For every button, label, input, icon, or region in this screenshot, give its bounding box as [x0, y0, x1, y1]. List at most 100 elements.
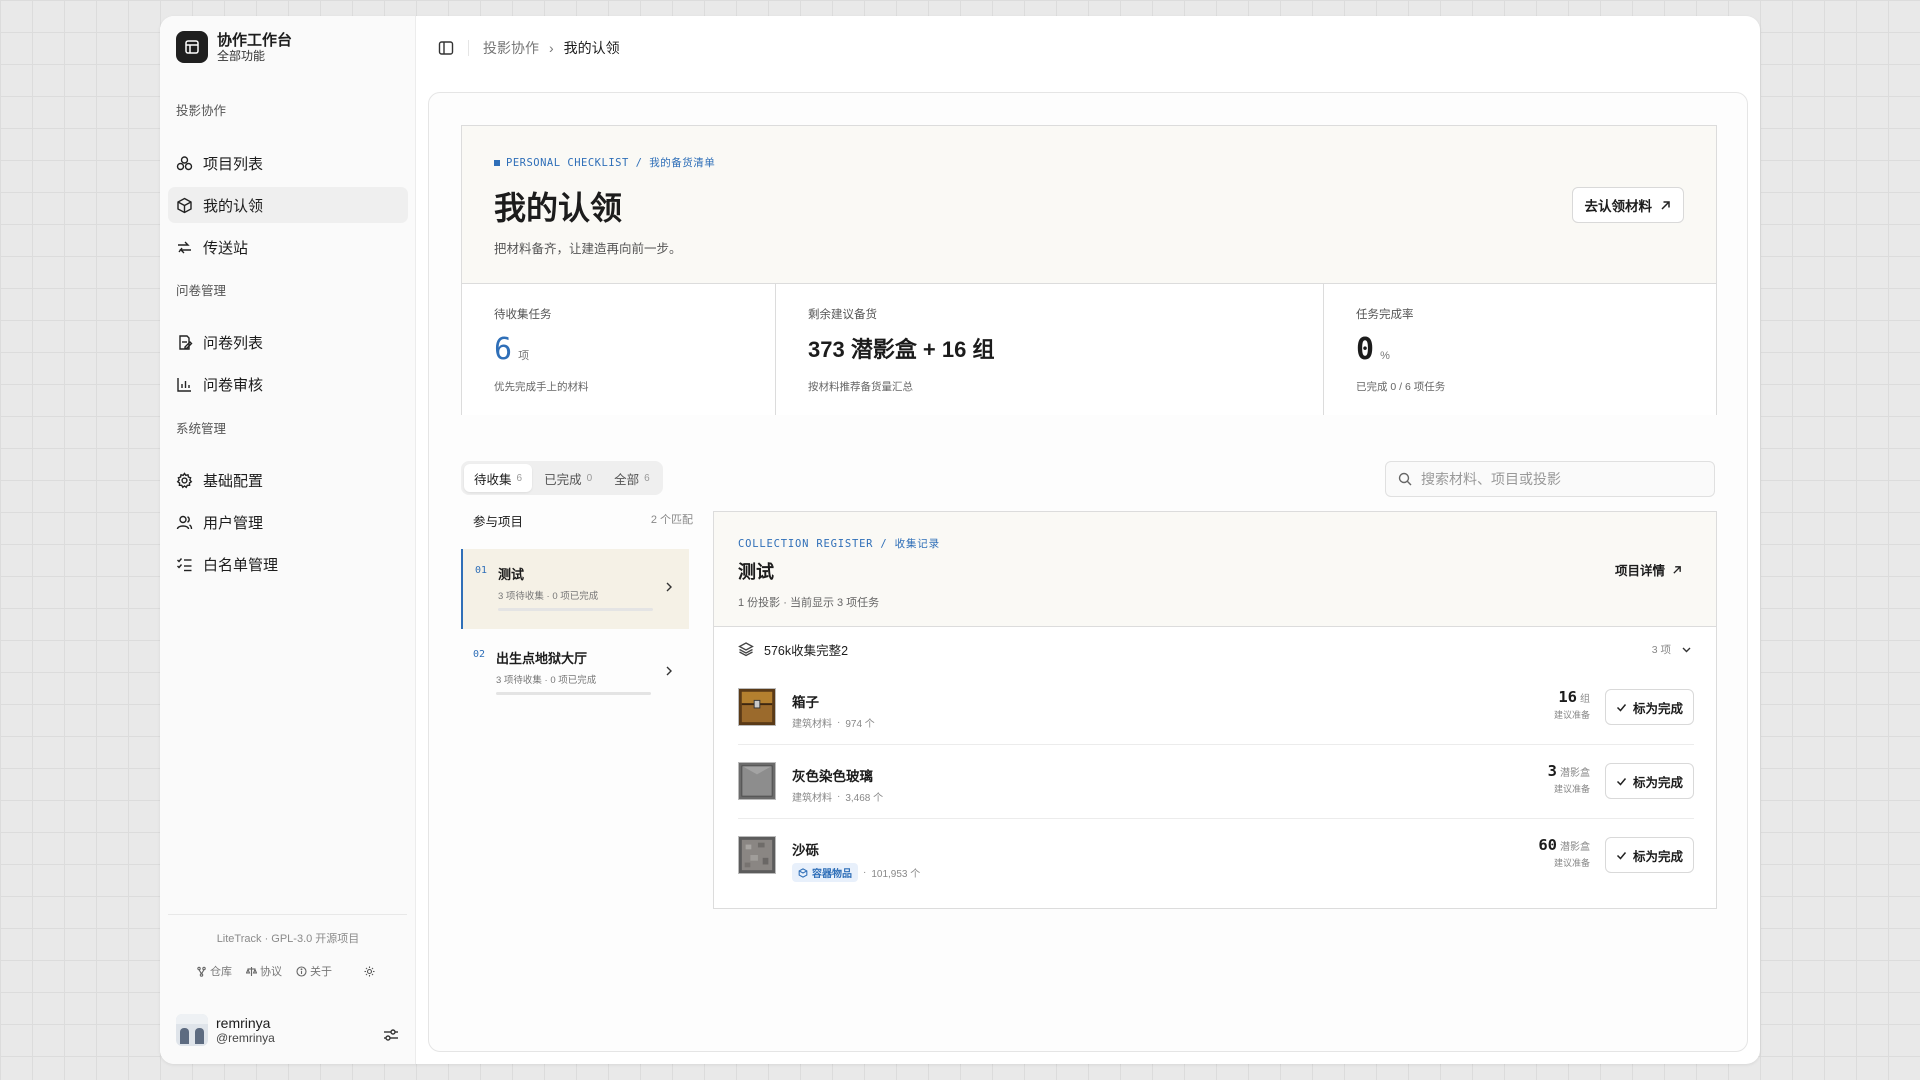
users-icon [176, 515, 193, 529]
stat-hint: 按材料推荐备货量汇总 [808, 381, 913, 393]
stat-value: 0 [1356, 332, 1375, 367]
collection-detail: COLLECTION REGISTER / 收集记录 测试 1 份投影 · 当前… [713, 511, 1717, 909]
footer-link-repo[interactable]: 仓库 [196, 963, 232, 979]
stat-hint: 优先完成手上的材料 [494, 381, 589, 393]
sidebar-item-label: 基础配置 [203, 472, 264, 490]
sidebar-item-basic-config[interactable]: 基础配置 [168, 462, 408, 498]
quantity-value: 3 [1547, 762, 1557, 780]
sidebar-toggle-icon[interactable] [438, 40, 454, 56]
sidebar-item-survey-review[interactable]: 问卷审核 [168, 366, 408, 402]
project-progress-bar [498, 608, 653, 611]
sidebar-item-my-claims[interactable]: 我的认领 [168, 187, 408, 223]
check-icon [1616, 777, 1627, 786]
page-subtitle: 把材料备齐，让建造再向前一步。 [494, 242, 682, 256]
package-icon [177, 197, 192, 213]
button-label: 去认领材料 [1584, 199, 1653, 214]
sidebar-item-label: 项目列表 [203, 155, 264, 173]
scale-icon [246, 966, 257, 976]
tab-count: 0 [586, 472, 593, 484]
gray-glass-icon [738, 762, 776, 800]
nav-group-label: 系统管理 [176, 422, 227, 436]
footer-link-license[interactable]: 协议 [246, 963, 282, 979]
main-content: 投影协作 › 我的认领 PERSONAL CHECKLIST / 我的备货清单 … [416, 16, 1760, 1064]
mark-complete-button[interactable]: 标为完成 [1604, 689, 1694, 725]
button-label: 标为完成 [1632, 849, 1683, 864]
separator: · [863, 867, 867, 878]
package-icon [798, 867, 808, 878]
filter-tabs: 待收集 6 已完成 0 全部 6 [461, 461, 663, 495]
stat-label: 待收集任务 [494, 309, 552, 321]
material-category: 容器物品 [812, 869, 852, 880]
footer-link-label: 协议 [260, 966, 282, 978]
quantity-hint: 建议准备 [1553, 784, 1590, 794]
quantity-value: 60 [1538, 836, 1557, 854]
project-item[interactable]: 01 测试 3 项待收集 · 0 项已完成 [461, 549, 689, 629]
stats-row: 待收集任务 6 项 优先完成手上的材料 剩余建议备货 373 潜影盒 + 16 … [462, 283, 1716, 415]
project-meta: 3 项待收集 · 0 项已完成 [498, 591, 599, 602]
material-quantity: 60 潜影盒 建议准备 [1538, 836, 1590, 869]
project-item[interactable]: 02 出生点地狱大厅 3 项待收集 · 0 项已完成 [461, 633, 689, 713]
material-row: 箱子 建筑材料 · 974 个 16 组 建议准备 标为完成 [738, 671, 1694, 744]
user-profile[interactable]: remrinya @remrinya [176, 1014, 275, 1046]
checklist-icon [177, 557, 192, 571]
stat-value: 6 [494, 332, 513, 367]
sliders-icon[interactable] [382, 1026, 400, 1044]
sidebar-item-projects[interactable]: 项目列表 [168, 145, 408, 181]
sidebar: 协作工作台 全部功能 投影协作 项目列表 我的认领 传送站 问卷管理 问卷列表 … [160, 16, 416, 1064]
stat-hint: 已完成 0 / 6 项任务 [1356, 381, 1446, 393]
brand[interactable]: 协作工作台 全部功能 [176, 31, 292, 63]
project-number: 02 [473, 649, 486, 660]
tab-pending[interactable]: 待收集 6 [464, 464, 533, 492]
button-label: 标为完成 [1632, 701, 1683, 716]
divider [168, 914, 407, 915]
sidebar-item-label: 问卷列表 [203, 334, 264, 352]
theme-toggle[interactable] [364, 966, 375, 977]
transfer-icon [178, 241, 191, 253]
breadcrumb-parent[interactable]: 投影协作 [483, 38, 539, 58]
topbar: 投影协作 › 我的认领 [416, 16, 1760, 80]
claim-materials-button[interactable]: 去认领材料 [1571, 187, 1684, 223]
tab-label: 待收集 [474, 472, 512, 487]
material-amount: 3,468 个 [845, 793, 884, 804]
project-details-button[interactable]: 项目详情 [1615, 560, 1682, 579]
chevron-down-icon [1682, 647, 1691, 652]
quantity-unit: 潜影盒 [1560, 842, 1590, 853]
stat-completion-rate: 任务完成率 0 % 已完成 0 / 6 项任务 [1324, 284, 1716, 415]
button-label: 项目详情 [1614, 564, 1665, 578]
sidebar-item-transfer[interactable]: 传送站 [168, 229, 408, 265]
sidebar-item-surveys[interactable]: 问卷列表 [168, 324, 408, 360]
group-count: 3 项 [1651, 643, 1671, 656]
sidebar-item-users[interactable]: 用户管理 [168, 504, 408, 540]
material-row: 灰色染色玻璃 建筑材料 · 3,468 个 3 潜影盒 建议准备 标为完成 [738, 744, 1694, 817]
breadcrumb-current: 我的认领 [563, 40, 620, 56]
project-name: 出生点地狱大厅 [496, 651, 588, 666]
content-panel: PERSONAL CHECKLIST / 我的备货清单 我的认领 把材料备齐，让… [428, 92, 1748, 1052]
detail-tag: COLLECTION REGISTER / 收集记录 [738, 538, 940, 550]
square-icon [494, 159, 500, 166]
schematic-group-header[interactable]: 576k收集完整2 3 项 [714, 627, 1716, 671]
detail-header: COLLECTION REGISTER / 收集记录 测试 1 份投影 · 当前… [714, 512, 1716, 627]
sidebar-item-whitelist[interactable]: 白名单管理 [168, 546, 408, 582]
search-input[interactable] [1421, 471, 1701, 487]
check-icon [1616, 851, 1627, 860]
stat-unit: 项 [518, 350, 530, 362]
material-category: 建筑材料 [792, 719, 832, 730]
sidebar-item-label: 问卷审核 [203, 376, 264, 394]
project-name: 测试 [498, 567, 525, 582]
check-icon [1616, 703, 1627, 712]
material-row: 沙砾 容器物品 · 101,953 个 60 潜影盒 建议准备 标为完成 [738, 818, 1694, 891]
chevron-right-icon: › [549, 40, 554, 56]
gear-icon [176, 471, 193, 488]
mark-complete-button[interactable]: 标为完成 [1604, 837, 1694, 873]
tab-all[interactable]: 全部 6 [604, 464, 660, 492]
mark-complete-button[interactable]: 标为完成 [1604, 763, 1694, 799]
quantity-value: 16 [1558, 688, 1577, 706]
stat-remaining-stock: 剩余建议备货 373 潜影盒 + 16 组 按材料推荐备货量汇总 [776, 284, 1324, 415]
tab-completed[interactable]: 已完成 0 [534, 464, 602, 492]
footer-link-label: 仓库 [210, 966, 232, 978]
brand-subtitle: 全部功能 [217, 48, 266, 63]
tab-count: 6 [516, 472, 523, 484]
detail-title: 测试 [738, 562, 774, 582]
footer-link-about[interactable]: 关于 [296, 963, 332, 979]
button-label: 标为完成 [1632, 775, 1683, 790]
